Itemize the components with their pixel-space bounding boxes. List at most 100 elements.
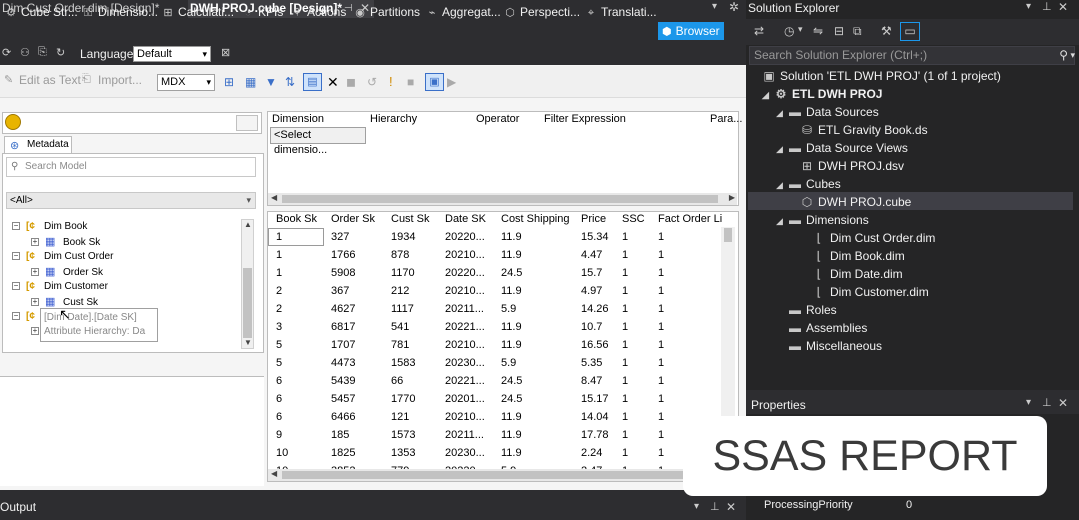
- process-icon[interactable]: ⎘: [38, 46, 47, 59]
- property-value[interactable]: 0: [906, 499, 912, 511]
- select-dimension-dropdown[interactable]: <Select dimensio...: [270, 127, 366, 156]
- item-dwh-dsv[interactable]: ⊞ DWH PROJ.dsv: [800, 159, 904, 173]
- table-cell[interactable]: 5: [276, 339, 282, 351]
- scroll-thumb[interactable]: [282, 471, 718, 479]
- table-cell[interactable]: 6: [276, 375, 282, 387]
- settings-icon[interactable]: ✲: [729, 0, 739, 14]
- tab-dropdown-icon[interactable]: ▾: [712, 1, 717, 12]
- scroll-thumb[interactable]: [724, 228, 732, 242]
- execute-icon[interactable]: ▶: [447, 75, 456, 89]
- history-icon[interactable]: ◷: [784, 24, 794, 38]
- scroll-left-icon[interactable]: ◀: [271, 469, 277, 478]
- scroll-up-icon[interactable]: ▲: [244, 220, 252, 229]
- pin-icon[interactable]: ⊥: [1042, 0, 1052, 13]
- table-cell[interactable]: 878: [391, 249, 409, 261]
- delete-icon[interactable]: ✕: [327, 74, 339, 91]
- browse-cube-button[interactable]: [236, 115, 258, 131]
- expand-icon[interactable]: +: [31, 268, 39, 277]
- table-cell[interactable]: 1: [622, 285, 628, 297]
- table-cell[interactable]: 20210...: [445, 285, 485, 297]
- table-cell[interactable]: 9: [276, 429, 282, 441]
- show-all-files-icon[interactable]: ⧉: [853, 24, 862, 39]
- results-hscrollbar[interactable]: ◀ ▶: [268, 469, 737, 481]
- item-dim-cust-order[interactable]: ⌊ Dim Cust Order.dim: [812, 231, 936, 245]
- switch-views-icon[interactable]: ⇋: [813, 24, 823, 38]
- stop-icon[interactable]: ■: [407, 75, 414, 89]
- table-cell[interactable]: 1: [658, 231, 664, 243]
- table-cell[interactable]: 1: [622, 375, 628, 387]
- tree-node-book-sk[interactable]: + ▦ Book Sk: [31, 236, 100, 249]
- item-dim-date[interactable]: ⌊ Dim Date.dim: [812, 267, 903, 281]
- item-dim-customer[interactable]: ⌊ Dim Customer.dim: [812, 285, 929, 299]
- close-icon[interactable]: ✕: [1058, 396, 1068, 410]
- design-mode-icon[interactable]: ▣: [425, 73, 444, 91]
- table-cell[interactable]: 10.7: [581, 321, 602, 333]
- measure-group-select[interactable]: <All> ▾: [6, 192, 256, 209]
- tab-aggregations[interactable]: ⌁ Aggregat...: [425, 3, 501, 21]
- table-cell[interactable]: 1353: [391, 447, 415, 459]
- table-cell[interactable]: 10: [276, 447, 288, 459]
- user-icon[interactable]: ⚇: [20, 46, 30, 59]
- filter-hscrollbar[interactable]: ◀ ▶: [268, 193, 737, 205]
- table-cell[interactable]: 5.35: [581, 357, 602, 369]
- table-cell[interactable]: 11.9: [501, 231, 522, 243]
- scroll-thumb[interactable]: [243, 268, 252, 338]
- table-cell[interactable]: 1770: [391, 393, 415, 405]
- table-cell[interactable]: 1: [658, 267, 664, 279]
- table-cell[interactable]: 8.47: [581, 375, 602, 387]
- folder-dimensions[interactable]: ◢ ▬ Dimensions: [776, 213, 869, 228]
- table-cell[interactable]: 185: [331, 429, 349, 441]
- pin-icon[interactable]: ⊥: [1042, 396, 1052, 409]
- table-cell[interactable]: 5.9: [501, 357, 516, 369]
- preview-icon[interactable]: ▭: [900, 22, 920, 41]
- table-cell[interactable]: 1: [658, 339, 664, 351]
- table-cell[interactable]: 5908: [331, 267, 355, 279]
- auto-execute-icon[interactable]: ▤: [303, 73, 322, 91]
- scroll-thumb[interactable]: [282, 195, 718, 203]
- table-cell[interactable]: 1: [622, 339, 628, 351]
- table-cell[interactable]: 24.5: [501, 375, 522, 387]
- table-cell[interactable]: 1: [622, 357, 628, 369]
- table-cell[interactable]: 1: [658, 393, 664, 405]
- table-cell[interactable]: 11.9: [501, 411, 522, 423]
- tab-browser[interactable]: ⬢ Browser: [658, 22, 724, 40]
- solution-node[interactable]: ▣ Solution 'ETL DWH PROJ' (1 of 1 project…: [762, 69, 1001, 83]
- table-cell[interactable]: 1: [622, 321, 628, 333]
- expanded-arrow-icon[interactable]: ◢: [762, 88, 774, 102]
- collapse-all-icon[interactable]: ⊟: [834, 24, 844, 38]
- tree-node-dim-book[interactable]: − [¢ Dim Book: [12, 221, 87, 233]
- scroll-right-icon[interactable]: ▶: [729, 193, 735, 202]
- tab-actions[interactable]: ⚘ Actions: [290, 3, 346, 21]
- expanded-arrow-icon[interactable]: ◢: [776, 178, 788, 192]
- table-cell[interactable]: 14.26: [581, 303, 609, 315]
- refresh-icon[interactable]: ⟳: [2, 46, 11, 59]
- table-cell[interactable]: 6817: [331, 321, 355, 333]
- column-header[interactable]: SSC: [622, 213, 645, 225]
- filter-icon[interactable]: ▼: [265, 75, 277, 89]
- table-cell[interactable]: 14.04: [581, 411, 609, 423]
- table-cell[interactable]: 1: [622, 249, 628, 261]
- table-cell[interactable]: 1: [658, 357, 664, 369]
- table-cell[interactable]: 66: [391, 375, 403, 387]
- table-cell[interactable]: 121: [391, 411, 409, 423]
- tab-kpis[interactable]: ◔ KPIs: [241, 3, 284, 21]
- table-cell[interactable]: 20230...: [445, 357, 485, 369]
- table-cell[interactable]: 20220...: [445, 267, 485, 279]
- cube-selector[interactable]: [2, 112, 262, 134]
- table-cell[interactable]: 17.78: [581, 429, 609, 441]
- folder-data-sources[interactable]: ◢ ▬ Data Sources: [776, 105, 879, 120]
- close-icon[interactable]: ✕: [726, 496, 736, 518]
- table-cell[interactable]: 1170: [391, 267, 415, 279]
- chevron-down-icon[interactable]: ▾: [1026, 1, 1031, 12]
- scroll-left-icon[interactable]: ◀: [271, 193, 277, 202]
- table-cell[interactable]: 15.17: [581, 393, 609, 405]
- solution-search-input[interactable]: Search Solution Explorer (Ctrl+;) ⚲ ▾: [749, 46, 1075, 65]
- table-cell[interactable]: 20230...: [445, 447, 485, 459]
- chevron-down-icon[interactable]: ▾: [1026, 397, 1031, 408]
- column-header[interactable]: Price: [581, 213, 606, 225]
- table-cell[interactable]: 1117: [391, 303, 414, 315]
- table-cell[interactable]: 4627: [331, 303, 355, 315]
- table-cell[interactable]: 11.9: [501, 285, 522, 297]
- table-cell[interactable]: 1: [622, 267, 628, 279]
- folder-data-source-views[interactable]: ◢ ▬ Data Source Views: [776, 141, 908, 156]
